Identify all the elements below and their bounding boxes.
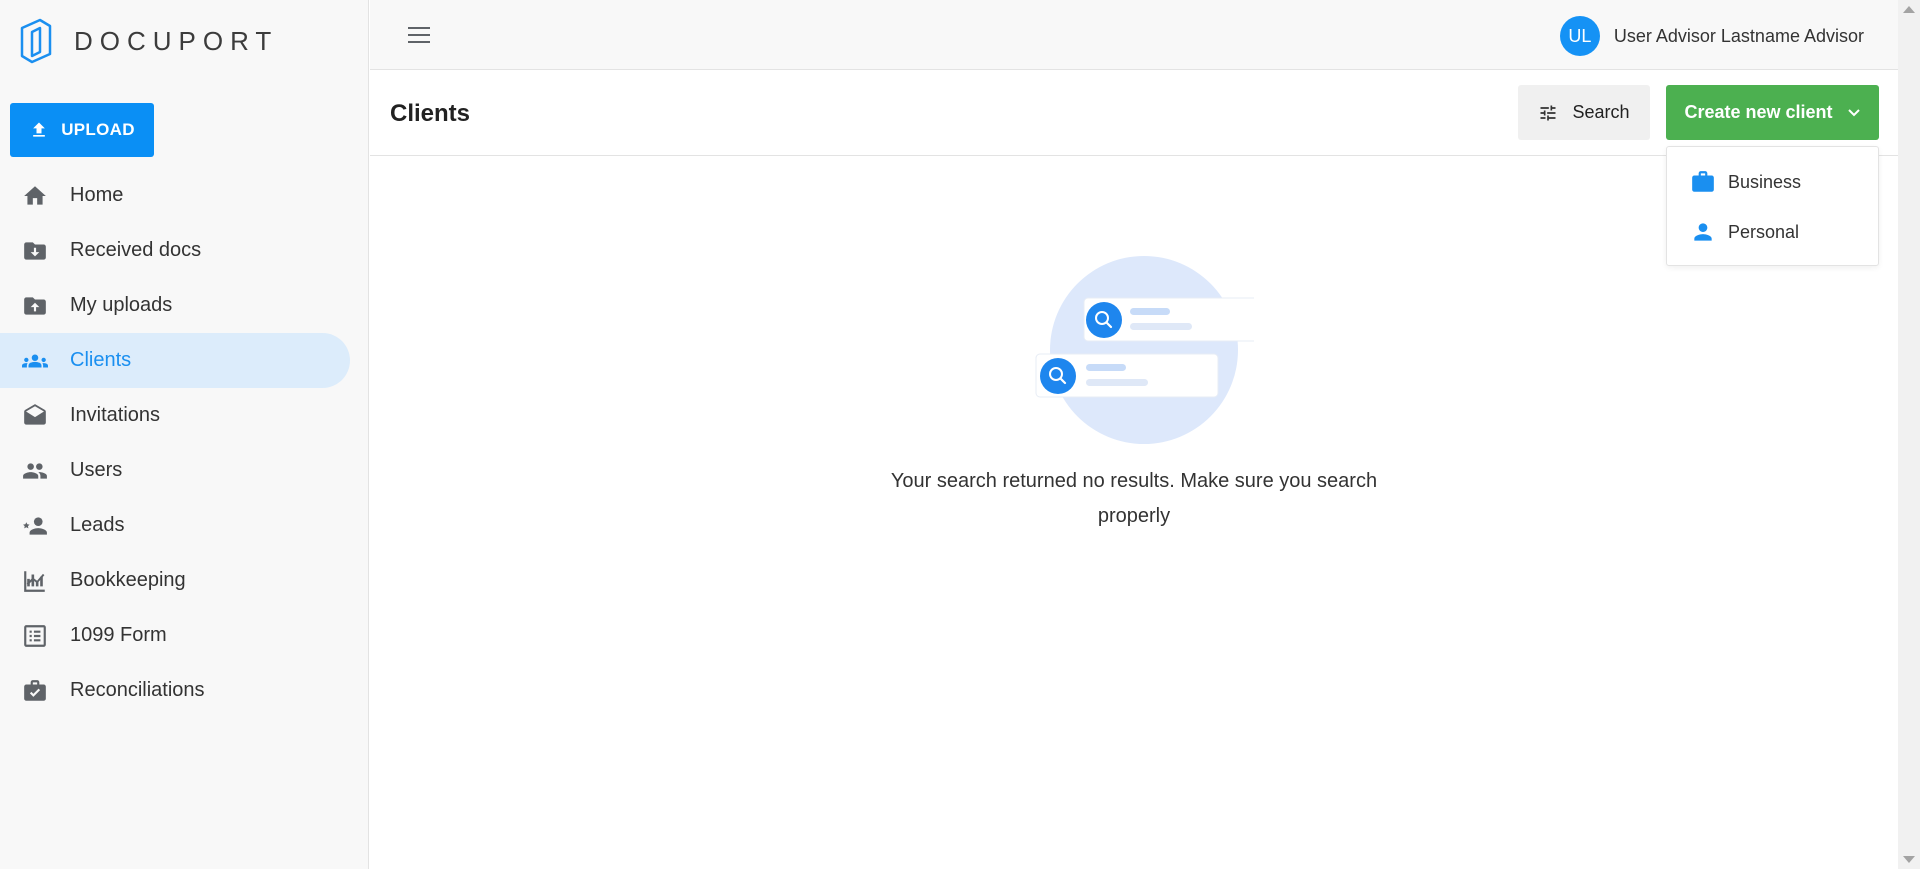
empty-state	[870, 248, 1398, 448]
scroll-down-arrow[interactable]	[1903, 856, 1915, 863]
avatar: UL	[1559, 16, 1600, 56]
sidebar-item-reconciliations[interactable]: Reconciliations	[0, 663, 350, 718]
chevron-down-icon	[1847, 108, 1860, 116]
filter-sliders-icon	[1540, 105, 1556, 120]
sidebar-item-1099-form[interactable]: 1099 Form	[0, 608, 350, 663]
search-button-label: Search	[1572, 102, 1630, 122]
person-star-icon	[21, 512, 49, 540]
sidebar-item-label: Reconciliations	[70, 679, 205, 701]
top-bar: UL User Advisor Lastname Advisor	[370, 0, 1898, 70]
upload-icon	[33, 122, 46, 137]
briefcase-icon	[1689, 168, 1717, 196]
create-client-dropdown: Business Personal	[1666, 146, 1879, 266]
hamburger-icon	[408, 27, 430, 43]
home-icon	[21, 182, 49, 210]
menu-toggle-button[interactable]	[406, 22, 432, 48]
page-scrollbar[interactable]	[1898, 0, 1920, 869]
people-icon	[21, 457, 49, 485]
sidebar-item-label: Received docs	[70, 239, 202, 261]
search-button[interactable]: Search	[1518, 85, 1650, 140]
upload-button-label: UPLOAD	[61, 120, 135, 139]
dropdown-item-label: Business	[1728, 171, 1802, 192]
sidebar-item-label: Leads	[70, 514, 125, 536]
sidebar-item-label: Home	[70, 184, 124, 206]
docuport-logo[interactable]: DOCUPORT	[18, 18, 278, 64]
create-button-label: Create new client	[1684, 102, 1833, 122]
groups-icon	[21, 347, 49, 375]
sidebar-item-home[interactable]: Home	[0, 168, 350, 223]
sidebar-item-label: Bookkeeping	[70, 569, 186, 591]
create-new-client-button[interactable]: Create new client	[1666, 85, 1879, 140]
dropdown-item-personal[interactable]: Personal	[1667, 207, 1878, 257]
sidebar-item-label: Invitations	[70, 404, 161, 426]
folder-download-icon	[21, 237, 49, 265]
drafts-icon	[21, 402, 49, 430]
sidebar-item-clients[interactable]: Clients	[0, 333, 350, 388]
sidebar-item-leads[interactable]: Leads	[0, 498, 350, 553]
sidebar-item-invitations[interactable]: Invitations	[0, 388, 350, 443]
brand-name: DOCUPORT	[74, 25, 279, 56]
sidebar-item-users[interactable]: Users	[0, 443, 350, 498]
docuport-logo-icon	[20, 18, 52, 64]
sidebar: DOCUPORT UPLOAD Home Received docs My up…	[0, 0, 369, 869]
sidebar-nav: Home Received docs My uploads Clients In…	[0, 168, 350, 718]
upload-button[interactable]: UPLOAD	[10, 103, 154, 157]
sidebar-item-received-docs[interactable]: Received docs	[0, 223, 350, 278]
folder-upload-icon	[21, 292, 49, 320]
page-title: Clients	[390, 100, 471, 127]
no-results-illustration	[1035, 256, 1254, 444]
sidebar-item-bookkeeping[interactable]: Bookkeeping	[0, 553, 350, 608]
dropdown-item-label: Personal	[1728, 221, 1800, 242]
sidebar-item-my-uploads[interactable]: My uploads	[0, 278, 350, 333]
chart-icon	[21, 567, 49, 595]
scroll-up-arrow[interactable]	[1903, 6, 1915, 13]
person-icon	[1689, 218, 1717, 246]
page-header: Clients Search Create new client	[370, 70, 1898, 156]
list-form-icon	[21, 622, 49, 650]
empty-state-message: Your search returned no results. Make su…	[890, 470, 1378, 527]
sidebar-item-label: Clients	[70, 349, 132, 371]
sidebar-item-label: 1099 Form	[70, 624, 167, 646]
sidebar-item-label: Users	[70, 459, 123, 481]
sidebar-item-label: My uploads	[70, 294, 173, 316]
briefcase-check-icon	[21, 677, 49, 705]
user-name: User Advisor Lastname Advisor	[1613, 25, 1864, 46]
user-menu[interactable]: UL User Advisor Lastname Advisor	[1559, 16, 1864, 56]
dropdown-item-business[interactable]: Business	[1667, 157, 1878, 207]
